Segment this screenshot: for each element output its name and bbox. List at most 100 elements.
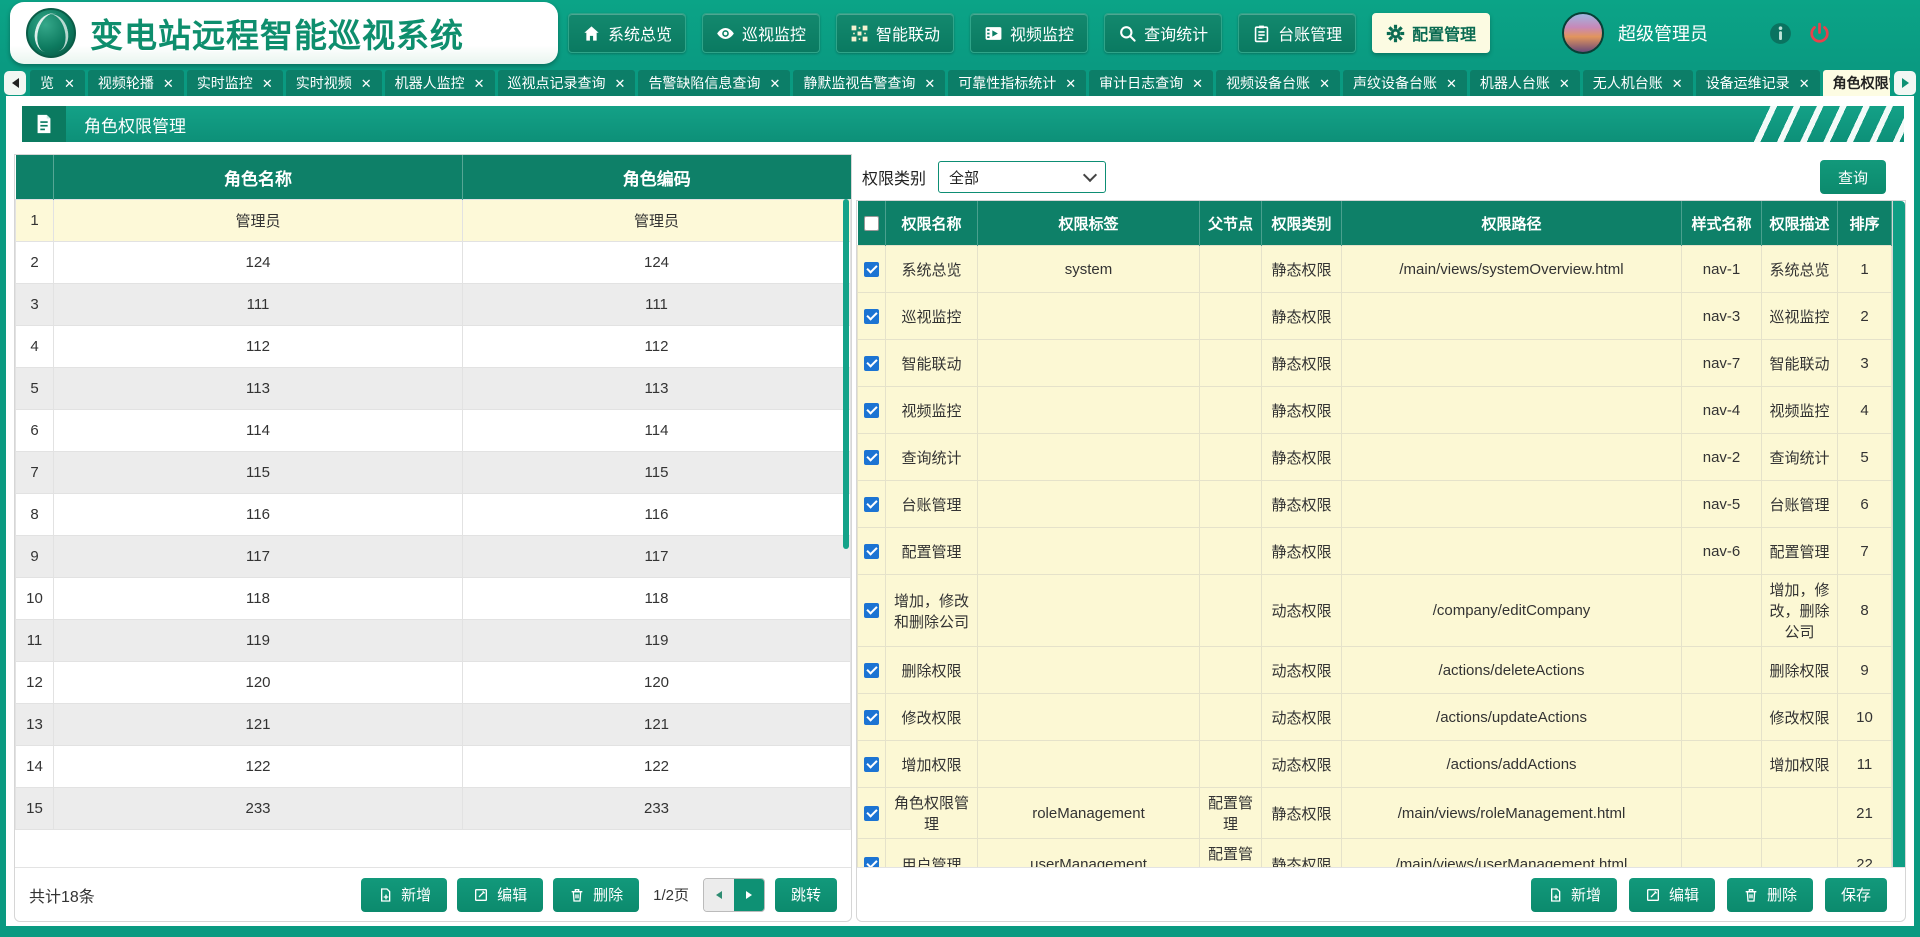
tab-审计日志查询[interactable]: 审计日志查询✕	[1089, 70, 1213, 96]
close-icon[interactable]: ✕	[1672, 77, 1683, 90]
close-icon[interactable]: ✕	[64, 77, 75, 90]
close-icon[interactable]: ✕	[163, 77, 174, 90]
permission-row[interactable]: 增加权限动态权限/actions/addActions增加权限11	[858, 741, 1892, 788]
row-checkbox[interactable]	[864, 497, 879, 512]
info-icon[interactable]	[1768, 21, 1793, 46]
tab-声纹设备台账[interactable]: 声纹设备台账✕	[1343, 70, 1467, 96]
permission-row[interactable]: 删除权限动态权限/actions/deleteActions删除权限9	[858, 647, 1892, 694]
user-avatar[interactable]	[1562, 12, 1604, 54]
role-row[interactable]: 11119119	[16, 620, 851, 662]
role-row[interactable]: 14122122	[16, 746, 851, 788]
tab-scroll-left-button[interactable]	[4, 71, 26, 95]
permissions-scrollbar[interactable]	[1892, 201, 1905, 867]
tab-览[interactable]: 览✕	[30, 70, 85, 96]
row-checkbox[interactable]	[864, 806, 879, 821]
tab-巡视点记录查询[interactable]: 巡视点记录查询✕	[498, 70, 636, 96]
role-edit-button[interactable]: 编辑	[457, 878, 543, 912]
row-checkbox[interactable]	[864, 603, 879, 618]
close-icon[interactable]: ✕	[1559, 77, 1570, 90]
close-icon[interactable]: ✕	[1065, 77, 1076, 90]
row-checkbox[interactable]	[864, 544, 879, 559]
role-row[interactable]: 4112112	[16, 326, 851, 368]
role-row[interactable]: 2124124	[16, 242, 851, 284]
permission-row[interactable]: 巡视监控静态权限nav-3巡视监控2	[858, 293, 1892, 340]
jump-button[interactable]: 跳转	[775, 878, 837, 912]
tab-scroll-right-button[interactable]	[1894, 71, 1916, 95]
close-icon[interactable]: ✕	[1799, 77, 1810, 90]
permission-row[interactable]: 台账管理静态权限nav-5台账管理6	[858, 481, 1892, 528]
role-row[interactable]: 7115115	[16, 452, 851, 494]
nav-button-video[interactable]: 视频监控	[970, 13, 1088, 53]
nav-button-eye[interactable]: 巡视监控	[702, 13, 820, 53]
permission-row[interactable]: 角色权限管理roleManagement配置管理静态权限/main/views/…	[858, 788, 1892, 839]
role-delete-button[interactable]: 删除	[553, 878, 639, 912]
close-icon[interactable]: ✕	[474, 77, 485, 90]
tab-角色权限管理[interactable]: 角色权限管理✕	[1823, 70, 1890, 96]
row-checkbox[interactable]	[864, 710, 879, 725]
tab-实时视频[interactable]: 实时视频✕	[286, 70, 382, 96]
row-checkbox[interactable]	[864, 356, 879, 371]
permission-row[interactable]: 修改权限动态权限/actions/updateActions修改权限10	[858, 694, 1892, 741]
role-row[interactable]: 5113113	[16, 368, 851, 410]
tab-视频轮播[interactable]: 视频轮播✕	[88, 70, 184, 96]
role-row[interactable]: 3111111	[16, 284, 851, 326]
permission-row[interactable]: 增加，修改和删除公司动态权限/company/editCompany增加，修改，…	[858, 575, 1892, 647]
permission-edit-button[interactable]: 编辑	[1629, 878, 1715, 912]
close-icon[interactable]: ✕	[1192, 77, 1203, 90]
row-checkbox[interactable]	[864, 309, 879, 324]
nav-button-search[interactable]: 查询统计	[1104, 13, 1222, 53]
permission-row[interactable]: 视频监控静态权限nav-4视频监控4	[858, 387, 1892, 434]
permission-type-select[interactable]: 全部	[938, 161, 1106, 193]
role-code-cell: 管理员	[463, 200, 851, 242]
tab-可靠性指标统计[interactable]: 可靠性指标统计✕	[948, 70, 1086, 96]
row-checkbox[interactable]	[864, 403, 879, 418]
role-row[interactable]: 10118118	[16, 578, 851, 620]
next-page-button[interactable]	[734, 879, 764, 911]
permission-row[interactable]: 查询统计静态权限nav-2查询统计5	[858, 434, 1892, 481]
close-icon[interactable]: ✕	[262, 77, 273, 90]
nav-button-home[interactable]: 系统总览	[568, 13, 686, 53]
tab-静默监视告警查询[interactable]: 静默监视告警查询✕	[793, 70, 945, 96]
role-row[interactable]: 1管理员管理员	[16, 200, 851, 242]
close-icon[interactable]: ✕	[1319, 77, 1330, 90]
permission-delete-button[interactable]: 删除	[1727, 878, 1813, 912]
close-icon[interactable]: ✕	[1446, 77, 1457, 90]
tab-设备运维记录[interactable]: 设备运维记录✕	[1696, 70, 1820, 96]
close-icon[interactable]: ✕	[361, 77, 372, 90]
row-checkbox[interactable]	[864, 663, 879, 678]
row-checkbox[interactable]	[864, 757, 879, 772]
select-all-checkbox[interactable]	[864, 216, 879, 231]
permission-row[interactable]: 系统总览system静态权限/main/views/systemOverview…	[858, 246, 1892, 293]
tab-实时监控[interactable]: 实时监控✕	[187, 70, 283, 96]
row-checkbox[interactable]	[864, 450, 879, 465]
role-row[interactable]: 6114114	[16, 410, 851, 452]
tab-机器人监控[interactable]: 机器人监控✕	[385, 70, 495, 96]
role-row[interactable]: 8116116	[16, 494, 851, 536]
tab-视频设备台账[interactable]: 视频设备台账✕	[1216, 70, 1340, 96]
tab-告警缺陷信息查询[interactable]: 告警缺陷信息查询✕	[638, 70, 790, 96]
permission-add-button[interactable]: 新增	[1531, 878, 1617, 912]
checkbox-cell	[858, 647, 886, 694]
close-icon[interactable]: ✕	[769, 77, 780, 90]
tab-无人机台账[interactable]: 无人机台账✕	[1583, 70, 1693, 96]
save-button[interactable]: 保存	[1825, 878, 1887, 912]
permission-row[interactable]: 配置管理静态权限nav-6配置管理7	[858, 528, 1892, 575]
perm-desc-cell: 巡视监控	[1762, 293, 1838, 340]
prev-page-button[interactable]	[704, 879, 734, 911]
power-icon[interactable]	[1807, 21, 1832, 46]
close-icon[interactable]: ✕	[924, 77, 935, 90]
row-checkbox[interactable]	[864, 262, 879, 277]
search-button[interactable]: 查询	[1820, 160, 1886, 194]
role-row[interactable]: 13121121	[16, 704, 851, 746]
nav-button-clipboard[interactable]: 台账管理	[1238, 13, 1356, 53]
nav-button-link[interactable]: 智能联动	[836, 13, 954, 53]
roles-scrollbar[interactable]	[843, 199, 849, 549]
nav-button-gear[interactable]: 配置管理	[1372, 13, 1490, 53]
permission-row[interactable]: 智能联动静态权限nav-7智能联动3	[858, 340, 1892, 387]
tab-机器人台账[interactable]: 机器人台账✕	[1470, 70, 1580, 96]
role-row[interactable]: 9117117	[16, 536, 851, 578]
role-row[interactable]: 15233233	[16, 788, 851, 830]
close-icon[interactable]: ✕	[615, 77, 626, 90]
role-add-button[interactable]: 新增	[361, 878, 447, 912]
role-row[interactable]: 12120120	[16, 662, 851, 704]
